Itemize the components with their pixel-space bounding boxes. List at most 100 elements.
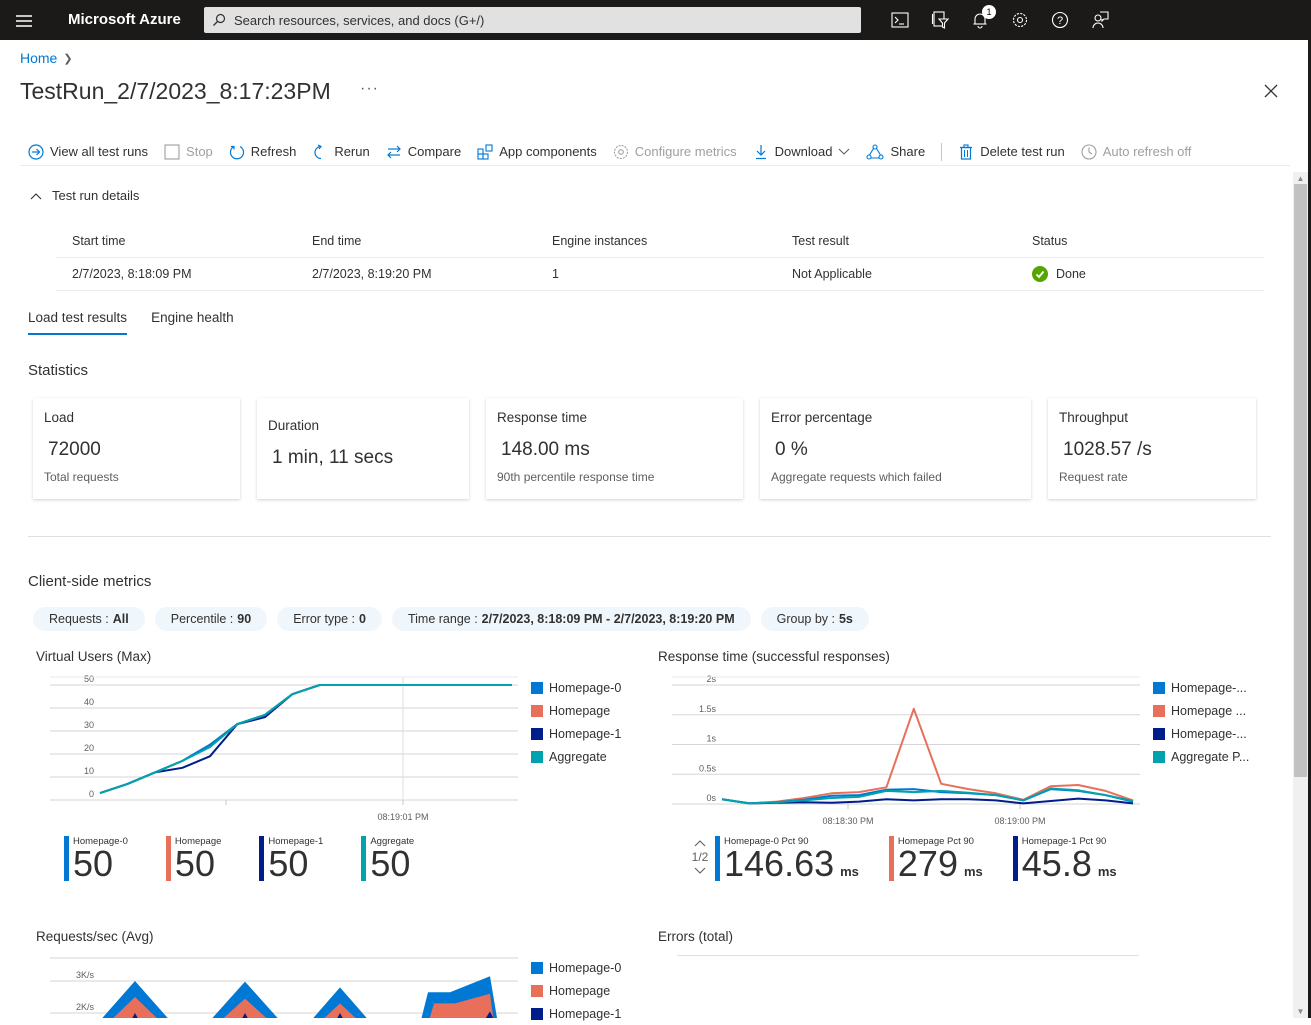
legend-item[interactable]: Homepage-0 (531, 676, 621, 699)
legend-item[interactable]: Aggregate P... (1153, 745, 1249, 768)
brand-logo[interactable]: Microsoft Azure (68, 11, 181, 28)
feedback-icon[interactable] (1080, 0, 1120, 40)
legend-item[interactable]: Homepage (531, 699, 621, 722)
stat-card-load: Load 72000 Total requests (33, 398, 240, 499)
statistics-heading: Statistics (28, 362, 89, 379)
filter-group-by[interactable]: Group by :5s (760, 607, 869, 631)
settings-icon[interactable] (1000, 0, 1040, 40)
status-badge: Done (1056, 267, 1086, 281)
legend-label: Homepage (549, 983, 611, 998)
download-label: Download (774, 144, 833, 159)
scroll-up-arrow-icon[interactable]: ▲ (1296, 174, 1305, 183)
legend-item[interactable]: Homepage-1 (531, 722, 621, 745)
filter-time-range[interactable]: Time range :2/7/2023, 8:18:09 PM - 2/7/2… (391, 607, 751, 631)
stop-label: Stop (186, 144, 213, 159)
global-search[interactable] (204, 7, 861, 33)
status-cell: Done (1016, 266, 1256, 282)
chart-title-errors: Errors (total) (658, 929, 734, 944)
legend-item[interactable]: Homepage ... (1153, 699, 1249, 722)
top-bar: Microsoft Azure 1 ? (0, 0, 1311, 40)
view-all-test-runs-label: View all test runs (50, 144, 149, 159)
hamburger-menu-icon[interactable] (16, 12, 32, 28)
legend-item[interactable]: Homepage (531, 979, 621, 1002)
kpi-unit: ms (840, 864, 859, 879)
test-run-details-toggle[interactable]: Test run details (30, 188, 139, 203)
download-button[interactable]: Download (753, 139, 851, 165)
toolbar-divider (941, 142, 943, 161)
configure-metrics-button[interactable]: Configure metrics (613, 139, 737, 165)
column-header: End time (312, 234, 362, 248)
kpi-tile: Homepage 50 (165, 836, 221, 882)
kpi-value: 279 (897, 843, 958, 884)
legend-item[interactable]: Homepage-... (1153, 722, 1249, 745)
configure-metrics-label: Configure metrics (634, 144, 737, 159)
legend-swatch (531, 750, 543, 763)
chart-title-requests-per-sec: Requests/sec (Avg) (36, 929, 154, 944)
kpi-unit: ms (963, 864, 983, 879)
app-components-label: App components (499, 144, 597, 159)
y-tick-label: 40 (84, 697, 94, 707)
x-tick-label: 08:19:01 PM (377, 812, 428, 822)
filter-requests[interactable]: Requests : All (33, 607, 145, 631)
kpi-tile: Aggregate 50 (361, 836, 414, 882)
legend-item[interactable]: Homepage-1 (531, 1002, 621, 1025)
kpi-tile: Homepage-0 50 (64, 836, 128, 882)
delete-test-run-label: Delete test run (980, 144, 1065, 159)
help-icon[interactable]: ? (1040, 0, 1080, 40)
requests-per-sec-legend: Homepage-0 Homepage Homepage-1 (531, 956, 621, 1025)
legend-item[interactable]: Aggregate (531, 745, 621, 768)
tab-engine-health[interactable]: Engine health (151, 310, 234, 335)
chevron-right-icon: ❯ (63, 52, 73, 65)
app-components-button[interactable]: App components (477, 139, 597, 165)
more-options-button[interactable]: ··· (360, 80, 379, 98)
virtual-users-chart[interactable]: 0 10 20 30 40 50 08:19:01 PM (50, 672, 520, 832)
section-divider (28, 536, 1271, 537)
stop-button[interactable]: Stop (164, 139, 213, 165)
stat-value: 0 % (775, 439, 808, 460)
share-icon (866, 143, 885, 160)
refresh-icon (229, 145, 244, 159)
legend-swatch (531, 984, 543, 997)
filter-key: Error type : (293, 612, 356, 626)
stat-subtitle: 90th percentile response time (497, 470, 655, 484)
filter-error-type[interactable]: Error type :0 (277, 607, 382, 631)
stat-card-throughput: Throughput 1028.57 /s Request rate (1048, 398, 1256, 499)
stat-value: 1 min, 11 secs (272, 447, 394, 468)
client-side-metrics-heading: Client-side metrics (28, 573, 152, 590)
tab-load-test-results[interactable]: Load test results (28, 310, 128, 335)
legend-item[interactable]: Homepage-... (1153, 676, 1249, 699)
response-time-chart[interactable]: 0s 0.5s 1s 1.5s 2s 08:18:30 PM 08:19:00 PM (672, 672, 1142, 832)
scroll-down-arrow-icon[interactable]: ▼ (1296, 1007, 1305, 1016)
clock-icon (1081, 143, 1097, 160)
stat-label: Load (44, 410, 75, 425)
cloud-shell-icon[interactable] (880, 0, 920, 40)
pager-up-chevron-icon[interactable] (690, 836, 710, 850)
share-button[interactable]: Share (866, 139, 925, 165)
y-tick-label: 50 (84, 674, 94, 684)
view-all-test-runs-button[interactable]: View all test runs (28, 139, 148, 165)
pager-down-chevron-icon[interactable] (690, 864, 710, 878)
breadcrumb-home-link[interactable]: Home (20, 50, 57, 66)
scrollbar-thumb[interactable] (1294, 184, 1307, 777)
metric-filters: Requests : All Percentile :90 Error type … (33, 607, 869, 631)
auto-refresh-button[interactable]: Auto refresh off (1081, 139, 1191, 165)
search-input[interactable] (234, 12, 834, 28)
rerun-button[interactable]: Rerun (312, 139, 370, 165)
delete-test-run-button[interactable]: Delete test run (958, 139, 1065, 165)
kpi-unit: ms (1097, 864, 1117, 879)
requests-per-sec-chart[interactable]: 2K/s 3K/s (50, 954, 520, 1018)
filter-percentile[interactable]: Percentile :90 (154, 607, 268, 631)
close-button[interactable] (1264, 84, 1278, 103)
legend-swatch (1153, 750, 1165, 763)
trash-icon (960, 143, 973, 160)
directory-filter-icon[interactable] (920, 0, 960, 40)
notifications-icon[interactable]: 1 (960, 0, 1000, 40)
gear-icon (613, 144, 628, 159)
refresh-button[interactable]: Refresh (229, 139, 296, 165)
compare-button[interactable]: Compare (386, 139, 461, 165)
response-time-kpis: Homepage-0 Pct 90 146.63 ms Homepage Pct 9… (715, 836, 1147, 889)
breadcrumb: Home ❯ (20, 50, 73, 66)
vertical-scrollbar[interactable]: ▲ ▼ (1293, 172, 1308, 1018)
stat-label: Response time (497, 410, 588, 425)
legend-item[interactable]: Homepage-0 (531, 956, 621, 979)
